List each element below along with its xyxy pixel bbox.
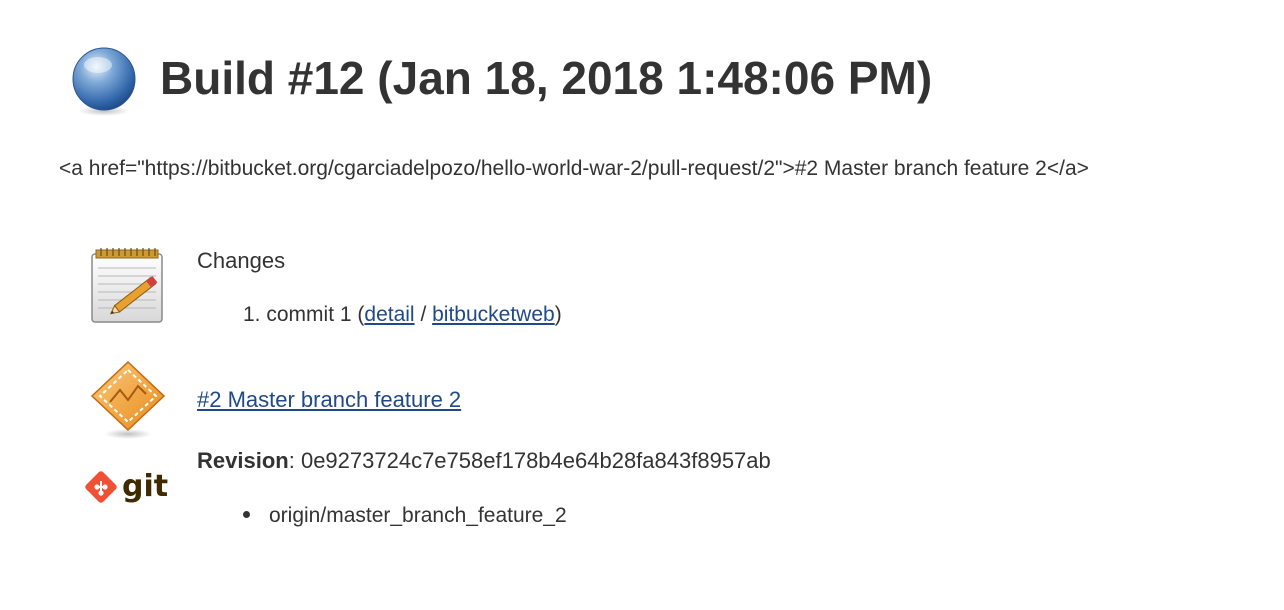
pull-request-link[interactable]: #2 Master branch feature 2	[197, 387, 461, 413]
revision-hash: 0e9273724c7e758ef178b4e64b28fa843f8957ab	[300, 448, 771, 473]
bullet-icon	[243, 510, 250, 518]
list-item: origin/master_branch_feature_2	[243, 504, 567, 528]
branch-name: origin/master_branch_feature_2	[269, 504, 567, 527]
changes-list: 1. commit 1 (detail / bitbucketweb)	[243, 303, 562, 327]
revision-separator: :	[288, 448, 295, 473]
git-logo-text: git	[122, 469, 168, 504]
link-separator: /	[420, 303, 427, 326]
detail-link[interactable]: detail	[364, 303, 414, 326]
changes-heading: Changes	[197, 248, 286, 273]
change-number: 1.	[243, 303, 261, 326]
list-item: 1. commit 1 (detail / bitbucketweb)	[243, 303, 562, 327]
notepad-icon	[91, 248, 163, 323]
git-logo: git	[85, 469, 168, 504]
blue-ball-icon	[72, 47, 136, 116]
page-title: Build #12 (Jan 18, 2018 1:48:06 PM)	[160, 52, 933, 104]
bitbucketweb-link[interactable]: bitbucketweb	[432, 303, 555, 326]
close-paren: )	[554, 303, 562, 326]
revision-line: Revision: 0e9273724c7e758ef178b4e64b28fa…	[197, 448, 771, 474]
build-description: <a href="https://bitbucket.org/cgarciade…	[59, 157, 1089, 180]
branch-list: origin/master_branch_feature_2	[243, 504, 567, 528]
graph-icon	[90, 360, 166, 439]
revision-label: Revision	[197, 448, 289, 473]
change-message: commit 1	[266, 303, 352, 326]
